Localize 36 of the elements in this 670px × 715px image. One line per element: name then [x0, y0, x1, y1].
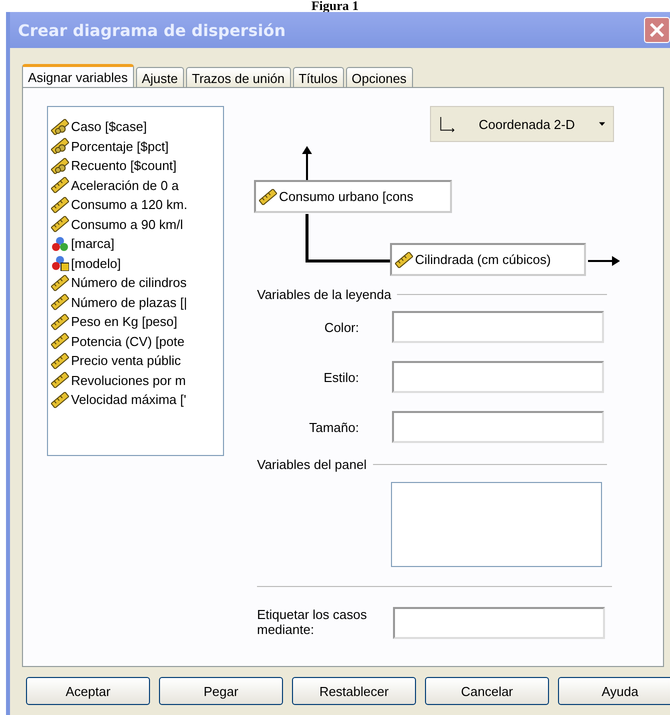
field-label: Color:: [323, 320, 360, 334]
field-label: Tamaño:: [308, 420, 360, 434]
variable-item[interactable]: Peso en Kg [peso]: [48, 312, 223, 332]
variable-item[interactable]: Consumo a 90 km/l: [48, 214, 223, 234]
tab[interactable]: Asignar variables: [22, 64, 134, 88]
section-label: Variables del panel: [257, 457, 367, 472]
x-axis-drop-zone[interactable]: Cilindrada (cm cúbicos): [390, 243, 586, 276]
variable-item[interactable]: Consumo a 120 km.: [48, 195, 223, 214]
dialog-button[interactable]: Pegar: [159, 677, 283, 705]
dialog-button[interactable]: Ayuda: [558, 677, 670, 705]
section-label: Variables de la leyenda: [257, 287, 392, 302]
variable-item[interactable]: Velocidad máxima [': [48, 390, 223, 410]
variable-item[interactable]: Número de cilindros: [48, 273, 223, 292]
dialog-button[interactable]: Aceptar: [26, 677, 150, 705]
tab[interactable]: Opciones: [346, 67, 413, 87]
figure-caption: Figura 1: [310, 0, 360, 12]
variable-item[interactable]: Caso [$case]: [48, 117, 223, 136]
variable-item[interactable]: Porcentaje [$pct]: [48, 136, 223, 156]
variable-item[interactable]: Recuento [$count]: [48, 156, 223, 176]
tab[interactable]: Títulos: [292, 67, 344, 87]
variable-item[interactable]: Potencia (CV) [pote: [48, 332, 223, 351]
variable-item[interactable]: [modelo]: [48, 254, 223, 273]
field-label: Estilo:: [322, 370, 360, 384]
variable-item[interactable]: Revoluciones por m: [48, 370, 223, 390]
dialog-button[interactable]: Cancelar: [425, 677, 549, 705]
variable-item[interactable]: Número de plazas [|: [48, 292, 223, 312]
variable-item[interactable]: Aceleración de 0 a: [48, 176, 223, 195]
coordinate-dropdown[interactable]: Coordenada 2-D: [430, 106, 614, 142]
tab[interactable]: Ajuste: [136, 67, 184, 87]
window-title: Crear diagrama de dispersión: [18, 20, 286, 40]
variable-item[interactable]: [marca]: [48, 234, 223, 254]
dialog-button[interactable]: Restablecer: [292, 677, 416, 705]
variable-item[interactable]: Precio venta públic: [48, 351, 223, 370]
field-label: Etiquetar los casos mediante:: [257, 607, 368, 637]
tab[interactable]: Trazos de unión: [186, 67, 291, 87]
y-axis-drop-zone[interactable]: Consumo urbano [cons: [254, 180, 452, 213]
